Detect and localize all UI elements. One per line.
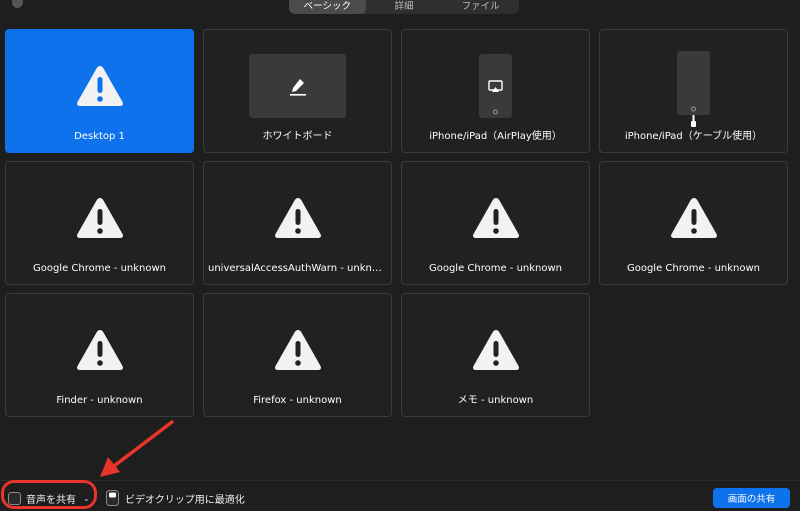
window-close-dot[interactable] — [12, 0, 23, 8]
share-audio-option[interactable]: 音声を共有 ⌄ — [8, 490, 90, 506]
whiteboard-pen-icon — [289, 79, 306, 96]
iphone-cable-icon — [677, 51, 710, 127]
video-clip-checkbox-icon[interactable] — [106, 490, 119, 506]
warning-icon — [76, 66, 123, 106]
source-tile-firefox[interactable]: Firefox - unknown — [203, 293, 392, 417]
source-tile-label: ホワイトボード — [262, 131, 333, 142]
source-tile-label: iPhone/iPad（ケーブル使用） — [624, 131, 763, 142]
warning-icon — [670, 198, 717, 238]
bottom-toolbar: 音声を共有 ⌄ ビデオクリップ用に最適化 画面の共有 — [0, 480, 800, 511]
source-tile-google-chrome[interactable]: Google Chrome - unknown — [401, 161, 590, 285]
source-tile-label: Google Chrome - unknown — [626, 263, 761, 274]
warning-icon — [76, 330, 123, 370]
source-tile-label: Finder - unknown — [56, 395, 143, 406]
share-audio-checkbox[interactable] — [8, 491, 21, 505]
warning-icon — [274, 198, 321, 238]
warning-icon — [472, 330, 519, 370]
chevron-down-icon[interactable]: ⌄ — [83, 494, 90, 503]
source-tile-label: iPhone/iPad（AirPlay使用） — [429, 131, 562, 142]
source-tile-finder[interactable]: Finder - unknown — [5, 293, 194, 417]
source-tile-desktop-1[interactable]: Desktop 1 — [5, 29, 194, 153]
share-screen-button[interactable]: 画面の共有 — [713, 488, 790, 508]
iphone-airplay-icon — [479, 54, 512, 118]
source-tile-label: universalAccessAuthWarn - unknown — [208, 263, 387, 274]
whiteboard-preview — [249, 54, 346, 118]
source-tile-memo[interactable]: メモ - unknown — [401, 293, 590, 417]
source-tile-label: Desktop 1 — [74, 131, 125, 142]
source-tile-label: Firefox - unknown — [253, 395, 342, 406]
optimize-video-label: ビデオクリップ用に最適化 — [125, 494, 245, 506]
source-tile-iphone-cable[interactable]: iPhone/iPad（ケーブル使用） — [599, 29, 788, 153]
source-tile-label: メモ - unknown — [457, 395, 534, 406]
optimize-video-option[interactable]: ビデオクリップ用に最適化 — [106, 489, 245, 507]
tab-advanced[interactable]: 詳細 — [366, 0, 443, 14]
source-tile-iphone-airplay[interactable]: iPhone/iPad（AirPlay使用） — [401, 29, 590, 153]
warning-icon — [76, 198, 123, 238]
source-tile-universal-access[interactable]: universalAccessAuthWarn - unknown — [203, 161, 392, 285]
source-tile-google-chrome[interactable]: Google Chrome - unknown — [599, 161, 788, 285]
tab-files[interactable]: ファイル — [442, 0, 519, 14]
share-source-grid: Desktop 1 ホワイトボード iPhone/iPad（AirPlay使用）… — [5, 29, 788, 417]
share-mode-tabs: ベーシック 詳細 ファイル — [289, 0, 519, 14]
warning-icon — [472, 198, 519, 238]
source-tile-label: Google Chrome - unknown — [428, 263, 563, 274]
tab-basic[interactable]: ベーシック — [289, 0, 366, 14]
source-tile-google-chrome[interactable]: Google Chrome - unknown — [5, 161, 194, 285]
share-audio-label: 音声を共有 — [26, 494, 76, 506]
source-tile-label: Google Chrome - unknown — [32, 263, 167, 274]
source-tile-whiteboard[interactable]: ホワイトボード — [203, 29, 392, 153]
warning-icon — [274, 330, 321, 370]
